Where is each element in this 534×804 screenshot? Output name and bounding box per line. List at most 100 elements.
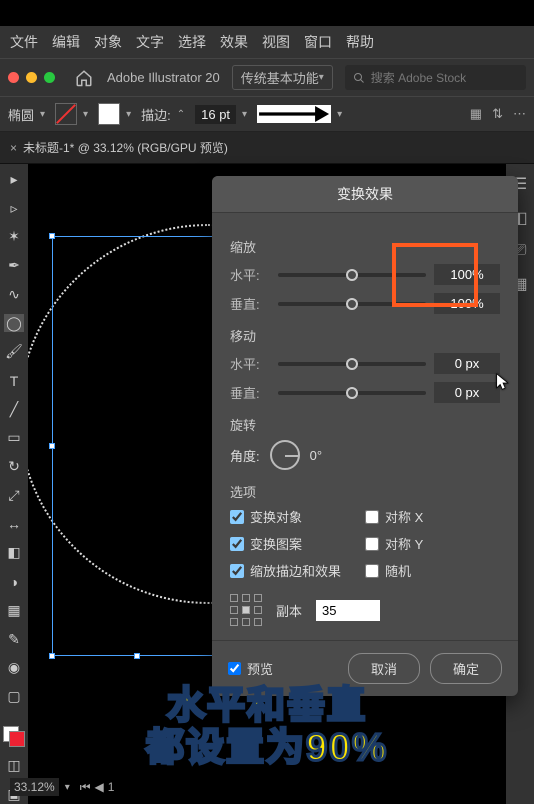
eyedropper-tool-icon[interactable]: ✎ (4, 630, 24, 649)
chevron-down-icon[interactable]: ▾ (242, 109, 247, 120)
menu-select[interactable]: 选择 (178, 32, 206, 52)
reflect-x-checkbox[interactable]: 对称 X (365, 507, 500, 526)
menu-edit[interactable]: 编辑 (52, 32, 80, 52)
close-window-button[interactable] (8, 72, 19, 83)
app-menubar: 文件 编辑 对象 文字 选择 效果 视图 窗口 帮助 (0, 26, 534, 58)
chevron-down-icon[interactable]: ▾ (65, 782, 70, 793)
arrange-icon[interactable]: ⇅ (492, 106, 503, 122)
chevron-down-icon[interactable]: ▾ (337, 109, 342, 120)
transform-patterns-checkbox[interactable]: 变换图案 (230, 534, 365, 553)
scale-h-label: 水平: (230, 265, 270, 284)
shape-builder-tool-icon[interactable]: ◑ (4, 572, 24, 591)
prev-page-icon[interactable]: ◀ (95, 780, 104, 794)
artboard-pager: ⏮ ◀ 1 (80, 780, 115, 795)
move-h-slider[interactable] (278, 362, 426, 366)
fill-stroke-swatch[interactable] (3, 726, 25, 747)
cancel-button[interactable]: 取消 (348, 653, 420, 684)
free-transform-tool-icon[interactable]: ◧ (4, 544, 24, 563)
rectangle-tool-icon[interactable]: ▭ (4, 429, 24, 448)
pen-tool-icon[interactable]: ✒ (4, 256, 24, 275)
tool-options-bar: 椭圆 ▾ ▾ ▾ 描边: ⌃ 16 pt ▾ ▾ ▦ ⇅ ⋯ (0, 96, 534, 132)
transform-objects-checkbox[interactable]: 变换对象 (230, 507, 365, 526)
color-mode-icon[interactable]: ◫ (4, 757, 24, 776)
move-v-label: 垂直: (230, 383, 270, 402)
chevron-down-icon[interactable]: ▾ (126, 109, 131, 120)
stroke-profile-dropdown[interactable] (257, 105, 331, 123)
chevron-down-icon[interactable]: ▾ (40, 109, 45, 120)
search-adobe-stock[interactable]: 搜索 Adobe Stock (345, 65, 526, 90)
move-h-label: 水平: (230, 354, 270, 373)
brush-tool-icon[interactable]: 🖌 (4, 342, 24, 361)
ellipse-tool-icon[interactable]: ◯ (4, 314, 24, 333)
workspace-dropdown[interactable]: 传统基本功能 ▾ (232, 65, 333, 90)
more-options-icon[interactable]: ⋯ (513, 106, 526, 122)
curvature-tool-icon[interactable]: ∿ (4, 285, 24, 304)
app-bar: Adobe Illustrator 20 传统基本功能 ▾ 搜索 Adobe S… (0, 58, 534, 96)
preview-checkbox[interactable]: 预览 (228, 659, 273, 678)
resize-handle[interactable] (49, 443, 55, 449)
direct-selection-tool-icon[interactable]: ▹ (4, 199, 24, 218)
fill-swatch[interactable] (55, 103, 77, 125)
zoom-window-button[interactable] (44, 72, 55, 83)
minimize-window-button[interactable] (26, 72, 37, 83)
scale-tool-icon[interactable]: ⤢ (4, 486, 24, 505)
move-section-label: 移动 (230, 326, 500, 345)
width-tool-icon[interactable]: ↔ (4, 515, 24, 534)
move-v-slider[interactable] (278, 391, 426, 395)
copies-input[interactable] (316, 600, 380, 621)
first-page-icon[interactable]: ⏮ (80, 780, 91, 795)
scale-section-label: 缩放 (230, 237, 500, 256)
gradient-tool-icon[interactable]: ▦ (4, 601, 24, 620)
stroke-swatch[interactable] (98, 103, 120, 125)
blend-tool-icon[interactable]: ◉ (4, 658, 24, 677)
scale-v-value[interactable]: 100% (434, 293, 500, 314)
artboard-tool-icon[interactable]: ▢ (4, 687, 24, 706)
menu-file[interactable]: 文件 (10, 32, 38, 52)
magic-wand-tool-icon[interactable]: ✶ (4, 227, 24, 246)
page-number[interactable]: 1 (108, 780, 115, 794)
stroke-decrement[interactable]: ⌃ (177, 109, 185, 120)
align-icon[interactable]: ▦ (470, 106, 482, 122)
search-icon (353, 72, 365, 84)
document-tab[interactable]: × 未标题-1* @ 33.12% (RGB/GPU 预览) (6, 136, 232, 159)
reflect-y-checkbox[interactable]: 对称 Y (365, 534, 500, 553)
menu-help[interactable]: 帮助 (346, 32, 374, 52)
scale-h-value[interactable]: 100% (434, 264, 500, 285)
chevron-down-icon[interactable]: ▾ (83, 109, 88, 120)
menu-window[interactable]: 窗口 (304, 32, 332, 52)
status-bar: 33.12% ▾ ⏮ ◀ 1 (10, 778, 114, 796)
menu-object[interactable]: 对象 (94, 32, 122, 52)
ok-button[interactable]: 确定 (430, 653, 502, 684)
angle-dial[interactable] (270, 440, 300, 470)
rotate-angle-value[interactable]: 0° (310, 448, 322, 463)
move-h-value[interactable]: 0 px (434, 353, 500, 374)
scale-strokes-checkbox[interactable]: 缩放描边和效果 (230, 561, 365, 580)
selection-tool-icon[interactable]: ▸ (4, 170, 24, 189)
scale-h-slider[interactable] (278, 273, 426, 277)
random-checkbox[interactable]: 随机 (365, 561, 500, 580)
move-v-value[interactable]: 0 px (434, 382, 500, 403)
resize-handle[interactable] (49, 233, 55, 239)
arrow-profile-icon (259, 106, 329, 122)
menu-type[interactable]: 文字 (136, 32, 164, 52)
left-toolbar: ▸ ▹ ✶ ✒ ∿ ◯ 🖌 T ╱ ▭ ↻ ⤢ ↔ ◧ ◑ ▦ ✎ ◉ ▢ ◫ … (0, 164, 28, 804)
selection-bounding-box (52, 236, 222, 656)
resize-handle[interactable] (49, 653, 55, 659)
home-icon[interactable] (73, 67, 95, 89)
search-placeholder: 搜索 Adobe Stock (371, 69, 466, 86)
workspace-label: 传统基本功能 (241, 68, 319, 87)
rotate-angle-label: 角度: (230, 446, 260, 465)
document-tab-label: 未标题-1* @ 33.12% (RGB/GPU 预览) (23, 139, 228, 156)
scale-v-slider[interactable] (278, 302, 426, 306)
menu-view[interactable]: 视图 (262, 32, 290, 52)
reference-point-grid[interactable] (230, 594, 262, 626)
close-tab-icon[interactable]: × (10, 141, 17, 155)
app-title: Adobe Illustrator 20 (107, 70, 220, 85)
rotate-tool-icon[interactable]: ↻ (4, 457, 24, 476)
stroke-weight-value[interactable]: 16 pt (195, 105, 236, 124)
type-tool-icon[interactable]: T (4, 371, 24, 390)
zoom-level[interactable]: 33.12% (10, 778, 59, 796)
line-tool-icon[interactable]: ╱ (4, 400, 24, 419)
resize-handle[interactable] (134, 653, 140, 659)
menu-effect[interactable]: 效果 (220, 32, 248, 52)
